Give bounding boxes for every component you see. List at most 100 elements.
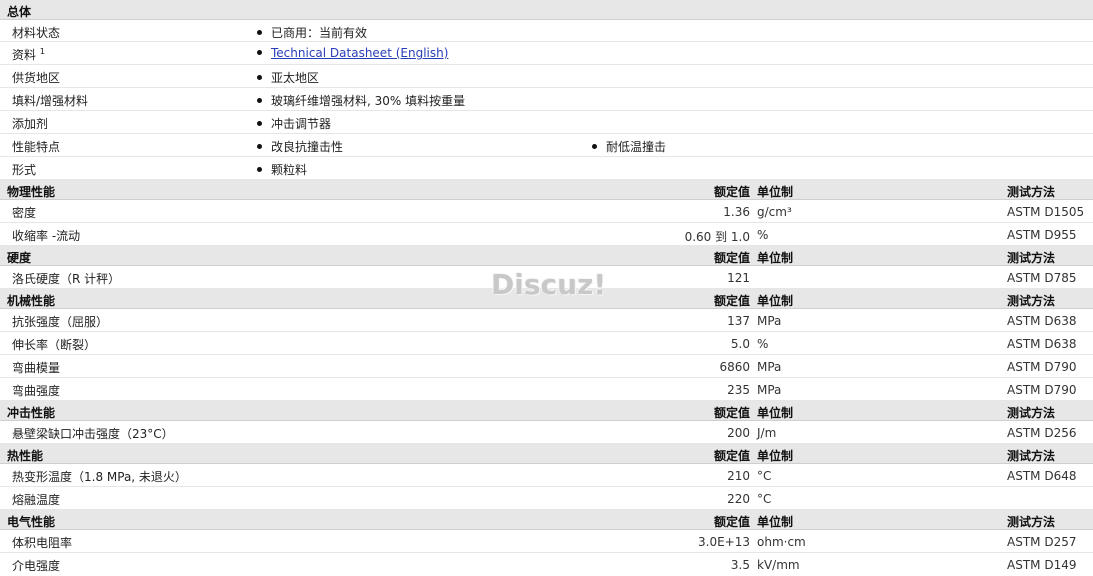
bullet-value: 亚太地区 bbox=[257, 69, 319, 86]
property-row: 介电强度 3.5 kV/mm ASTM D149 bbox=[0, 553, 1093, 576]
row-test-method: ASTM D638 bbox=[1007, 337, 1077, 351]
section-header-impact: 冲击性能 额定值 单位制 测试方法 bbox=[0, 401, 1093, 421]
row-value: 3.5 bbox=[730, 558, 750, 572]
bullet-value: 改良抗撞击性 bbox=[257, 138, 343, 155]
row-label: 熔融温度 bbox=[12, 493, 61, 507]
row-label: 性能特点 bbox=[12, 140, 61, 154]
bullet-value-2: 耐低温撞击 bbox=[592, 138, 666, 155]
col-header-unit: 单位制 bbox=[757, 251, 794, 265]
col-header-unit: 单位制 bbox=[757, 185, 794, 199]
col-header-test: 测试方法 bbox=[1007, 406, 1056, 420]
row-unit: °C bbox=[757, 469, 772, 483]
general-row-region: 供货地区 亚太地区 bbox=[0, 65, 1093, 88]
footnote-mark: 1 bbox=[39, 47, 45, 56]
bullet-value: 玻璃纤维增强材料, 30% 填料按重量 bbox=[257, 92, 465, 109]
row-label: 材料状态 bbox=[12, 26, 61, 40]
bullet-value: 冲击调节器 bbox=[257, 115, 331, 132]
row-test-method: ASTM D256 bbox=[1007, 426, 1077, 440]
col-header-unit: 单位制 bbox=[757, 515, 794, 529]
section-title: 硬度 bbox=[7, 251, 32, 265]
row-label: 介电强度 bbox=[12, 559, 61, 573]
row-value: 121 bbox=[727, 271, 750, 285]
row-test-method: ASTM D648 bbox=[1007, 469, 1077, 483]
row-test-method: ASTM D955 bbox=[1007, 228, 1077, 242]
row-label: 弯曲模量 bbox=[12, 361, 61, 375]
row-test-method: ASTM D149 bbox=[1007, 558, 1077, 572]
col-header-value: 额定值 bbox=[713, 449, 750, 463]
col-header-value: 额定值 bbox=[713, 406, 750, 420]
row-value: 210 bbox=[727, 469, 750, 483]
property-row: 热变形温度（1.8 MPa, 未退火） 210 °C ASTM D648 bbox=[0, 464, 1093, 487]
property-row: 密度 1.36 g/cm³ ASTM D1505 bbox=[0, 200, 1093, 223]
col-header-test: 测试方法 bbox=[1007, 251, 1056, 265]
col-header-test: 测试方法 bbox=[1007, 294, 1056, 308]
row-label: 伸长率（断裂） bbox=[12, 338, 97, 352]
bullet-icon bbox=[257, 121, 262, 126]
bullet-icon bbox=[257, 50, 262, 55]
general-row-status: 材料状态 已商用：当前有效 bbox=[0, 20, 1093, 42]
row-test-method: ASTM D1505 bbox=[1007, 205, 1085, 219]
property-row: 弯曲模量 6860 MPa ASTM D790 bbox=[0, 355, 1093, 378]
row-label: 形式 bbox=[12, 163, 37, 177]
col-header-value: 额定值 bbox=[713, 294, 750, 308]
row-value: 200 bbox=[727, 426, 750, 440]
col-header-value: 额定值 bbox=[713, 251, 750, 265]
bullet-icon bbox=[592, 144, 597, 149]
general-row-additive: 添加剂 冲击调节器 bbox=[0, 111, 1093, 134]
section-title: 冲击性能 bbox=[7, 406, 56, 420]
row-label: 填料/增强材料 bbox=[12, 94, 89, 108]
bullet-icon bbox=[257, 144, 262, 149]
bullet-icon bbox=[257, 98, 262, 103]
row-label: 洛氏硬度（R 计秤） bbox=[12, 272, 121, 286]
bullet-value: 已商用：当前有效 bbox=[257, 24, 367, 41]
row-unit: kV/mm bbox=[757, 558, 800, 572]
row-unit: MPa bbox=[757, 360, 782, 374]
bullet-icon bbox=[257, 167, 262, 172]
general-row-filler: 填料/增强材料 玻璃纤维增强材料, 30% 填料按重量 bbox=[0, 88, 1093, 111]
property-row: 收缩率 -流动 0.60 到 1.0 % ASTM D955 bbox=[0, 223, 1093, 246]
technical-datasheet-link[interactable]: Technical Datasheet (English) bbox=[271, 46, 448, 60]
col-header-test: 测试方法 bbox=[1007, 185, 1056, 199]
row-unit: ohm·cm bbox=[757, 535, 806, 549]
section-title: 物理性能 bbox=[7, 185, 56, 199]
section-title: 总体 bbox=[7, 5, 32, 19]
col-header-unit: 单位制 bbox=[757, 294, 794, 308]
row-value: 1.36 bbox=[723, 205, 750, 219]
row-test-method: ASTM D257 bbox=[1007, 535, 1077, 549]
row-unit: g/cm³ bbox=[757, 205, 792, 219]
section-title: 机械性能 bbox=[7, 294, 56, 308]
row-unit: MPa bbox=[757, 383, 782, 397]
section-header-thermal: 热性能 额定值 单位制 测试方法 bbox=[0, 444, 1093, 464]
row-value: 3.0E+13 bbox=[698, 535, 750, 549]
section-header-general: 总体 bbox=[0, 0, 1093, 20]
row-unit: °C bbox=[757, 492, 772, 506]
row-test-method: ASTM D785 bbox=[1007, 271, 1077, 285]
row-value: 235 bbox=[727, 383, 750, 397]
section-header-physical: 物理性能 额定值 单位制 测试方法 bbox=[0, 180, 1093, 200]
row-value: 220 bbox=[727, 492, 750, 506]
section-title: 电气性能 bbox=[7, 515, 56, 529]
row-value: 0.60 到 1.0 bbox=[684, 230, 750, 244]
general-row-docs: 资料 1 Technical Datasheet (English) bbox=[0, 42, 1093, 65]
bullet-value: Technical Datasheet (English) bbox=[257, 46, 448, 60]
property-row: 悬壁梁缺口冲击强度（23°C） 200 J/m ASTM D256 bbox=[0, 421, 1093, 444]
section-header-hardness: 硬度 额定值 单位制 测试方法 bbox=[0, 246, 1093, 266]
bullet-value: 颗粒料 bbox=[257, 161, 307, 178]
col-header-test: 测试方法 bbox=[1007, 449, 1056, 463]
property-row: 弯曲强度 235 MPa ASTM D790 bbox=[0, 378, 1093, 401]
row-label: 悬壁梁缺口冲击强度（23°C） bbox=[12, 427, 174, 441]
row-unit: J/m bbox=[757, 426, 777, 440]
row-test-method: ASTM D638 bbox=[1007, 314, 1077, 328]
row-unit: MPa bbox=[757, 314, 782, 328]
section-header-electrical: 电气性能 额定值 单位制 测试方法 bbox=[0, 510, 1093, 530]
row-label: 弯曲强度 bbox=[12, 384, 61, 398]
row-label: 密度 bbox=[12, 206, 37, 220]
property-row: 抗张强度（屈服） 137 MPa ASTM D638 bbox=[0, 309, 1093, 332]
row-label: 抗张强度（屈服） bbox=[12, 315, 109, 329]
row-value: 137 bbox=[727, 314, 750, 328]
property-row: 体积电阻率 3.0E+13 ohm·cm ASTM D257 bbox=[0, 530, 1093, 553]
row-test-method: ASTM D790 bbox=[1007, 383, 1077, 397]
col-header-value: 额定值 bbox=[713, 515, 750, 529]
row-label: 添加剂 bbox=[12, 117, 49, 131]
col-header-test: 测试方法 bbox=[1007, 515, 1056, 529]
